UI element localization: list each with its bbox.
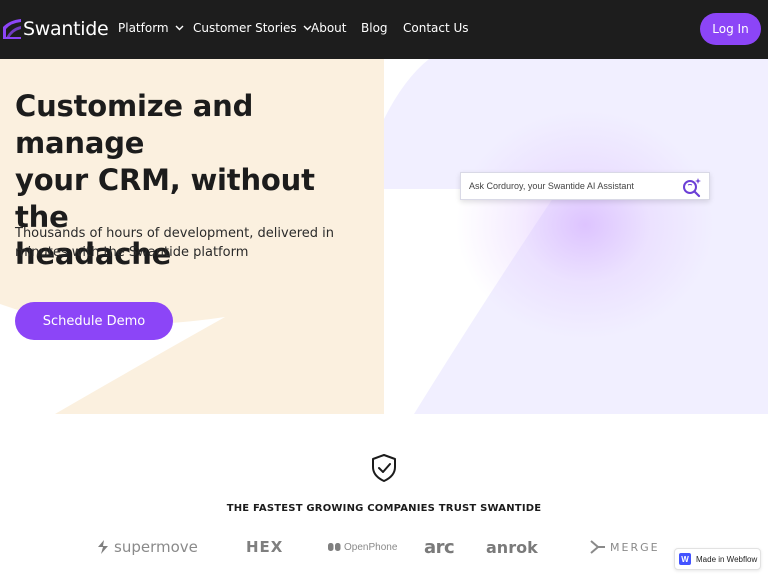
top-nav: Swantide Platform Customer Stories About…: [0, 0, 768, 59]
supermove-mark-icon: [98, 540, 108, 554]
nav-platform-label: Platform: [118, 21, 169, 35]
subhead-line-2: minutes with the Swantide platform: [15, 245, 249, 260]
nav-customer-stories[interactable]: Customer Stories: [193, 21, 312, 35]
subhead-line-1: Thousands of hours of development, deliv…: [15, 226, 334, 241]
nav-contact-us[interactable]: Contact Us: [403, 21, 469, 35]
logo-supermove-text: supermove: [114, 538, 198, 556]
logo-supermove: supermove: [95, 536, 198, 558]
logo-hex: HEX: [246, 536, 283, 558]
nav-about-label: About: [311, 21, 347, 35]
logo-openphone-text: OpenPhone: [344, 541, 398, 553]
hero-subhead: Thousands of hours of development, deliv…: [15, 224, 335, 262]
logo-anrok-text: anrok: [486, 537, 538, 557]
nav-customer-stories-label: Customer Stories: [193, 21, 297, 35]
schedule-demo-button[interactable]: Schedule Demo: [15, 302, 173, 340]
webflow-logo-icon: W: [679, 553, 691, 565]
logo-merge: MERGE: [590, 536, 660, 558]
logo-arc: arc: [424, 536, 455, 558]
swantide-logo[interactable]: Swantide: [2, 14, 109, 44]
ai-search-input[interactable]: [469, 181, 684, 191]
logo-anrok: anrok: [486, 536, 538, 558]
ai-assistant-search[interactable]: [460, 172, 710, 200]
hero-glow: [455, 110, 715, 340]
logo-openphone: OpenPhone: [328, 536, 397, 558]
chevron-down-icon: [175, 25, 184, 31]
logo-arc-text: arc: [424, 536, 455, 558]
sparkle-search-icon[interactable]: [681, 176, 703, 198]
made-in-webflow-badge[interactable]: W Made in Webflow: [674, 548, 761, 570]
openphone-mark-icon: [328, 543, 341, 551]
nav-contact-us-label: Contact Us: [403, 21, 469, 35]
login-button[interactable]: Log In: [700, 13, 761, 45]
merge-mark-icon: [590, 540, 605, 554]
logo-hex-text: HEX: [246, 538, 284, 556]
logo-merge-text: MERGE: [610, 540, 660, 554]
nav-about[interactable]: About: [311, 21, 346, 35]
headline-line-1: Customize and manage: [15, 89, 254, 160]
logo-wordmark: Swantide: [23, 18, 109, 40]
shield-check-icon: [372, 454, 396, 482]
nav-platform[interactable]: Platform: [118, 21, 184, 35]
nav-blog-label: Blog: [361, 21, 388, 35]
trust-title: THE FASTEST GROWING COMPANIES TRUST SWAN…: [226, 503, 542, 514]
swantide-logo-icon: [3, 19, 21, 39]
webflow-badge-label: Made in Webflow: [696, 554, 758, 564]
nav-blog[interactable]: Blog: [361, 21, 388, 35]
